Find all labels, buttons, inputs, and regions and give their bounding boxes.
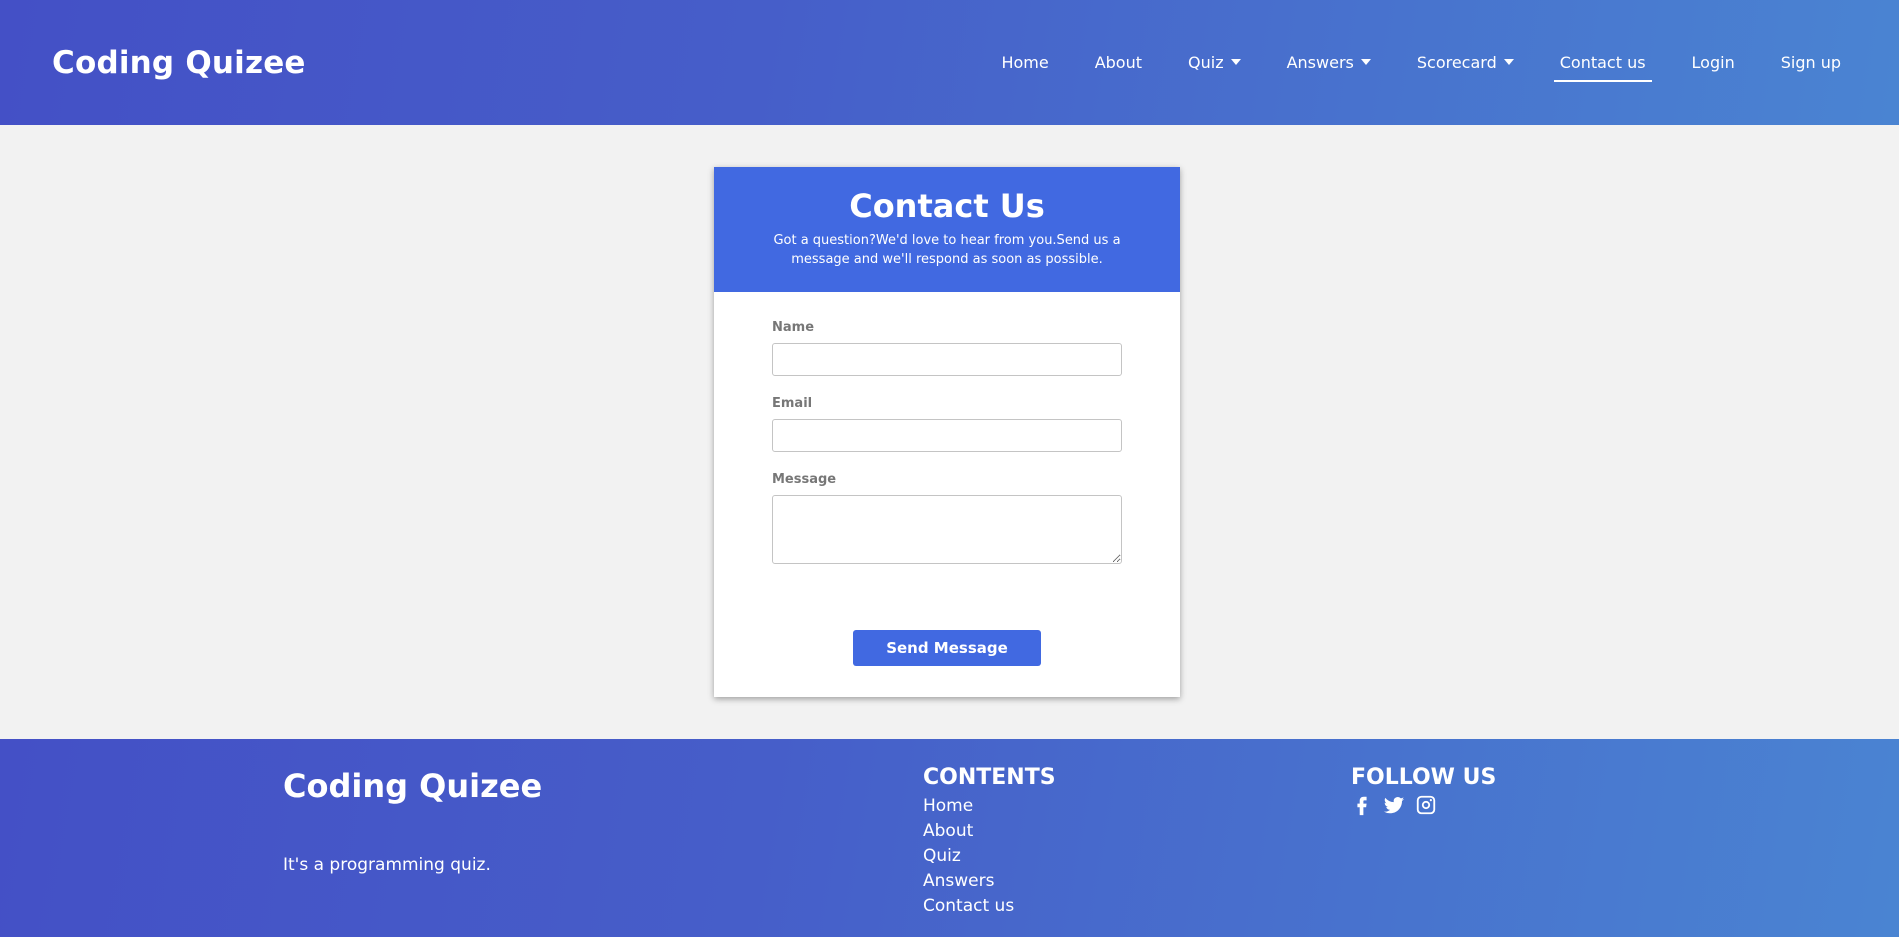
contents-heading: CONTENTS [923,765,1056,790]
footer: Coding Quizee It's a programming quiz. C… [0,739,1899,937]
nav-login[interactable]: Login [1686,45,1741,80]
message-textarea[interactable] [772,495,1122,564]
nav-home-label: Home [1001,53,1049,72]
email-label: Email [772,396,813,411]
email-input[interactable] [772,419,1122,452]
brand-logo[interactable]: Coding Quizee [52,45,306,81]
footer-tagline: It's a programming quiz. [283,855,491,875]
email-field-group: Email [772,396,1122,452]
nav-quiz-dropdown[interactable]: Quiz [1182,45,1247,80]
button-row: Send Message [772,630,1122,666]
footer-link-contact-us[interactable]: Contact us [923,894,1056,919]
nav-login-label: Login [1691,53,1735,72]
follow-heading: FOLLOW US [1351,765,1497,790]
nav-about-label: About [1094,53,1143,72]
contact-card-header: Contact Us Got a question?We'd love to h… [714,167,1180,292]
contact-title: Contact Us [849,187,1045,225]
name-input[interactable] [772,343,1122,376]
nav-about[interactable]: About [1089,45,1148,80]
nav-contact-label: Contact us [1559,53,1646,72]
footer-link-about[interactable]: About [923,819,1056,844]
contact-card: Contact Us Got a question?We'd love to h… [714,167,1180,697]
main-nav: Home About Quiz Answers Scorecard Contac… [961,0,1847,125]
footer-brand: Coding Quizee [283,767,543,805]
nav-contact-us[interactable]: Contact us [1553,45,1652,82]
instagram-icon[interactable] [1415,794,1437,816]
nav-sign-up[interactable]: Sign up [1775,45,1847,80]
social-links [1351,794,1496,816]
footer-contents: CONTENTS Home About Quiz Answers Contact… [923,765,1056,919]
contact-form: Name Email Message Send Message [714,292,1180,666]
footer-link-quiz[interactable]: Quiz [923,844,1056,869]
name-field-group: Name [772,320,1122,376]
facebook-icon[interactable] [1351,794,1373,816]
send-message-button[interactable]: Send Message [853,630,1041,666]
nav-scorecard-label: Scorecard [1416,53,1497,72]
message-label: Message [772,472,837,487]
footer-link-answers[interactable]: Answers [923,869,1056,894]
caret-down-icon [1230,59,1241,65]
navbar: Coding Quizee Home About Quiz Answers Sc… [0,0,1899,125]
nav-quiz-label: Quiz [1188,53,1224,72]
nav-signup-label: Sign up [1780,53,1841,72]
message-field-group: Message [772,472,1122,564]
nav-answers-label: Answers [1286,53,1354,72]
nav-home[interactable]: Home [995,45,1054,80]
name-label: Name [772,320,815,335]
footer-follow: FOLLOW US [1351,765,1496,816]
caret-down-icon [1503,59,1514,65]
nav-answers-dropdown[interactable]: Answers [1281,45,1377,80]
contact-subtitle: Got a question?We'd love to hear from yo… [773,233,1121,267]
footer-link-home[interactable]: Home [923,794,1056,819]
nav-scorecard-dropdown[interactable]: Scorecard [1411,45,1520,80]
caret-down-icon [1360,59,1371,65]
twitter-icon[interactable] [1383,794,1405,816]
